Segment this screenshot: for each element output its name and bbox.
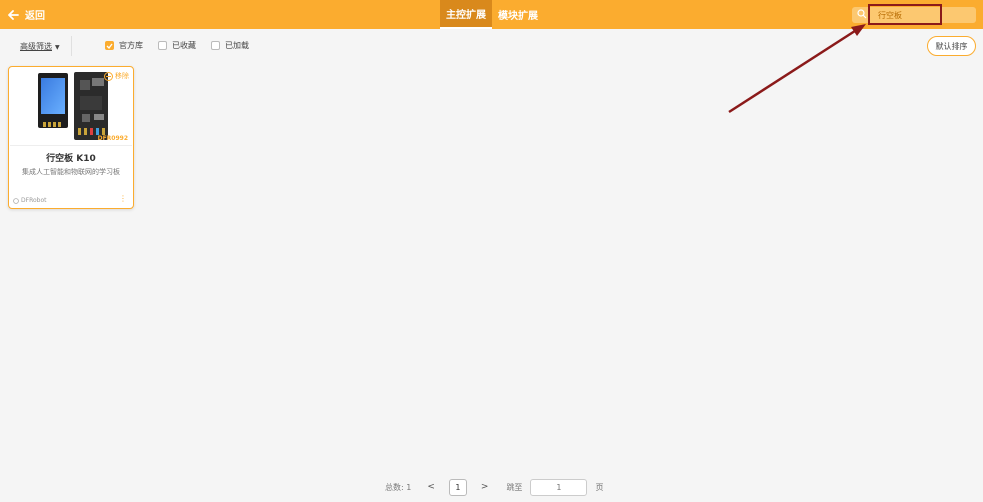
loaded-checkbox[interactable]: 已加载 bbox=[211, 40, 249, 51]
extension-card[interactable]: 移除 DFR0992 行空板 K10 集成人工智能和物联网的学习板 DFRobo… bbox=[8, 66, 134, 209]
card-author: DFRobot bbox=[13, 197, 46, 204]
user-icon bbox=[13, 197, 19, 204]
prev-page-button[interactable]: < bbox=[427, 482, 435, 492]
annotation-arrow bbox=[728, 24, 866, 114]
checkmark-icon bbox=[105, 41, 114, 50]
advanced-filter-label: 高级筛选 bbox=[20, 42, 52, 51]
total-value: 1 bbox=[406, 482, 412, 492]
remove-label: 移除 bbox=[115, 72, 129, 80]
back-label: 返回 bbox=[25, 11, 45, 22]
card-title: 行空板 K10 bbox=[46, 154, 96, 164]
advanced-filter-dropdown[interactable]: 高级筛选 ▼ bbox=[20, 41, 60, 52]
card-description: 集成人工智能和物联网的学习板 bbox=[22, 168, 120, 176]
page-1-button[interactable]: 1 bbox=[448, 478, 467, 496]
page-unit-label: 页 bbox=[595, 482, 604, 492]
total-label: 总数: bbox=[385, 482, 404, 492]
search-input[interactable] bbox=[870, 7, 970, 23]
tab-main-controller[interactable]: 主控扩展 bbox=[440, 0, 492, 29]
more-options-icon[interactable]: ⋮ bbox=[119, 195, 127, 203]
jump-to-label: 跳至 bbox=[506, 482, 523, 492]
checkbox-empty-icon bbox=[158, 41, 167, 50]
sku-label: DFR0992 bbox=[97, 135, 128, 142]
chevron-down-icon: ▼ bbox=[55, 44, 60, 51]
filter-divider bbox=[71, 36, 72, 56]
remove-button[interactable]: 移除 bbox=[104, 71, 129, 81]
next-page-button[interactable]: > bbox=[481, 482, 489, 492]
search-box bbox=[852, 7, 976, 23]
tab-modules[interactable]: 模块扩展 bbox=[492, 0, 544, 29]
total-count: 总数: 1 bbox=[385, 482, 411, 493]
top-bar: 返回 主控扩展 模块扩展 bbox=[0, 0, 983, 29]
favorited-label: 已收藏 bbox=[172, 41, 196, 50]
filter-bar: 高级筛选 ▼ 官方库 已收藏 已加载 默认排序 bbox=[0, 36, 983, 58]
official-library-checkbox[interactable]: 官方库 bbox=[105, 40, 143, 51]
official-library-label: 官方库 bbox=[119, 41, 143, 50]
loaded-label: 已加载 bbox=[225, 41, 249, 50]
jump-page-input[interactable] bbox=[530, 478, 588, 496]
pagination: 总数: 1 < 1 > 跳至 页 bbox=[385, 478, 603, 496]
favorited-checkbox[interactable]: 已收藏 bbox=[158, 40, 196, 51]
checkbox-empty-icon bbox=[211, 41, 220, 50]
search-icon bbox=[857, 9, 867, 19]
arrow-left-icon bbox=[8, 9, 19, 20]
back-button[interactable]: 返回 bbox=[8, 0, 45, 29]
author-label: DFRobot bbox=[21, 197, 47, 204]
minus-circle-icon bbox=[104, 71, 113, 81]
sort-button[interactable]: 默认排序 bbox=[927, 36, 976, 56]
